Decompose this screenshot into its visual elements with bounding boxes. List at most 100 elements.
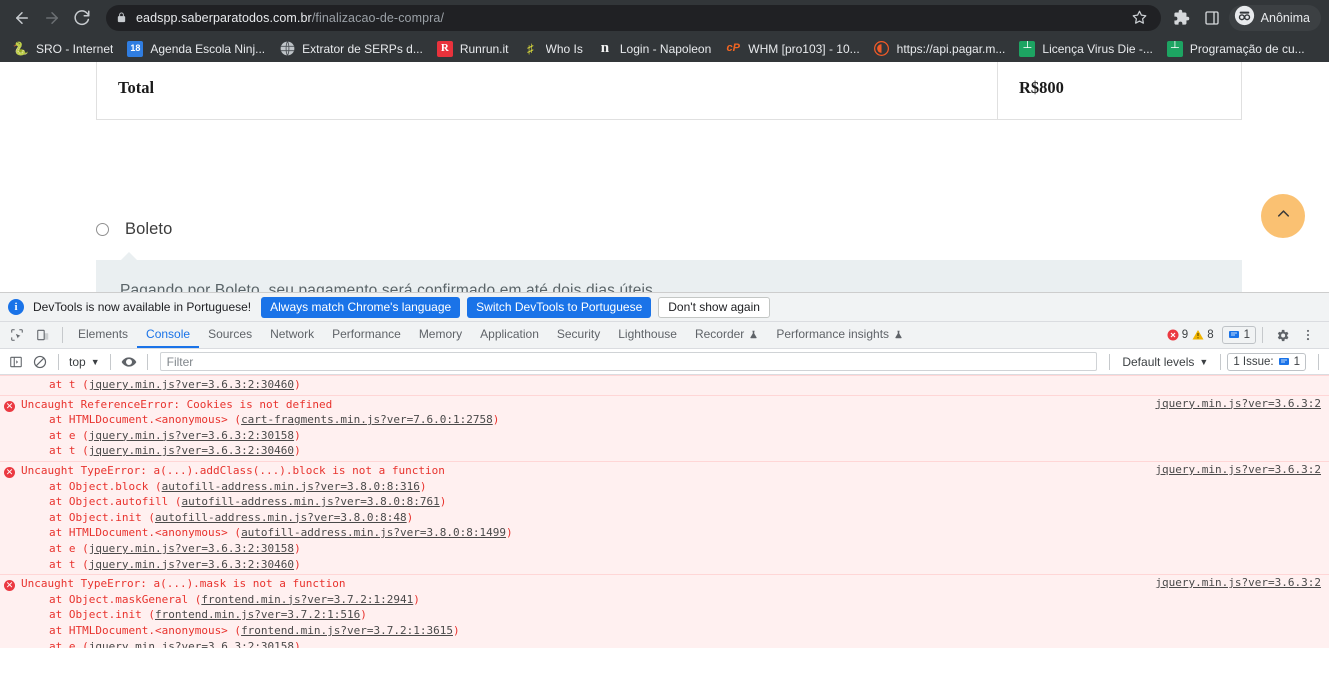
execution-context-select[interactable]: top ▼ bbox=[65, 355, 104, 369]
divider bbox=[1262, 327, 1263, 343]
console-stack-line: at e (jquery.min.js?ver=3.6.3:2:30158) bbox=[0, 639, 1329, 649]
bookmark-item[interactable]: 18 Agenda Escola Ninj... bbox=[120, 38, 272, 60]
issue-counters[interactable]: 9 8 bbox=[1167, 329, 1214, 341]
tab-performance-insights[interactable]: Performance insights bbox=[767, 322, 912, 348]
tab-label: Recorder bbox=[694, 327, 745, 341]
forward-button[interactable] bbox=[38, 4, 66, 32]
tab-network[interactable]: Network bbox=[261, 322, 323, 348]
chevron-up-icon bbox=[1274, 204, 1293, 228]
source-link[interactable]: jquery.min.js?ver=3.6.3:2:30158 bbox=[89, 541, 294, 557]
warning-icon bbox=[1192, 330, 1204, 340]
incognito-label: Anônima bbox=[1260, 10, 1310, 25]
napoleon-logo-icon: n bbox=[600, 40, 610, 56]
dont-show-again-button[interactable]: Don't show again bbox=[658, 296, 770, 318]
puzzle-piece-icon[interactable] bbox=[1167, 3, 1197, 33]
warning-counter[interactable]: 8 bbox=[1192, 329, 1214, 341]
more-vertical-icon[interactable] bbox=[1295, 323, 1321, 347]
tab-label: Lighthouse bbox=[618, 327, 677, 341]
show-console-sidebar-icon[interactable] bbox=[4, 351, 28, 373]
divider bbox=[146, 353, 148, 370]
divider bbox=[1220, 353, 1222, 370]
live-expression-eye-icon[interactable] bbox=[117, 351, 141, 373]
source-link[interactable]: jquery.min.js?ver=3.6.3:2:30460 bbox=[89, 377, 294, 393]
error-counter[interactable]: 9 bbox=[1167, 329, 1188, 341]
error-text: Uncaught ReferenceError: Cookies is not … bbox=[21, 397, 333, 411]
console-message-list[interactable]: at t (jquery.min.js?ver=3.6.3:2:30460) j… bbox=[0, 375, 1329, 648]
source-link[interactable]: autofill-address.min.js?ver=3.8.0:8:316 bbox=[162, 479, 420, 495]
tab-memory[interactable]: Memory bbox=[410, 322, 471, 348]
tab-security[interactable]: Security bbox=[548, 322, 609, 348]
tab-recorder[interactable]: Recorder bbox=[686, 322, 767, 348]
chevron-down-icon: ▼ bbox=[90, 356, 100, 367]
devtools-tabbar-actions: 9 8 1 bbox=[1167, 323, 1325, 347]
bookmark-item[interactable]: Extrator de SERPs d... bbox=[272, 38, 430, 60]
bookmark-label: Extrator de SERPs d... bbox=[302, 41, 423, 56]
tab-console[interactable]: Console bbox=[137, 322, 200, 348]
stack-tail: ) bbox=[294, 639, 301, 649]
devtools-language-infobar: i DevTools is now available in Portugues… bbox=[0, 293, 1329, 322]
inspect-element-icon[interactable] bbox=[4, 323, 30, 347]
bookmark-item[interactable]: ┴ Programação de cu... bbox=[1160, 38, 1312, 60]
bookmark-label: Login - Napoleon bbox=[619, 41, 712, 56]
source-link[interactable]: frontend.min.js?ver=3.7.2:1:2941 bbox=[201, 592, 413, 608]
bookmark-item[interactable]: R Runrun.it bbox=[430, 38, 516, 60]
bookmark-item[interactable]: https://api.pagar.m... bbox=[867, 38, 1013, 60]
tab-elements[interactable]: Elements bbox=[69, 322, 137, 348]
table-row: Total R$800 bbox=[96, 62, 1242, 120]
total-amount-cell: R$800 bbox=[997, 62, 1242, 120]
device-toolbar-icon[interactable] bbox=[30, 323, 56, 347]
bookmark-label: https://api.pagar.m... bbox=[896, 41, 1006, 56]
tab-sources[interactable]: Sources bbox=[199, 322, 261, 348]
source-link[interactable]: jquery.min.js?ver=3.6.3:2:30158 bbox=[89, 639, 294, 649]
address-bar[interactable]: eadspp.saberparatodos.com.br/finalizacao… bbox=[106, 4, 1161, 31]
source-link[interactable]: jquery.min.js?ver=3.6.3:2:30158 bbox=[89, 428, 294, 444]
reload-button[interactable] bbox=[68, 4, 96, 32]
source-link[interactable]: jquery.min.js?ver=3.6.3:2:30460 bbox=[89, 557, 294, 573]
incognito-profile-button[interactable]: Anônima bbox=[1228, 4, 1321, 31]
bookmark-item[interactable]: ┴ Licença Virus Die -... bbox=[1012, 38, 1160, 60]
tab-performance[interactable]: Performance bbox=[323, 322, 410, 348]
always-match-language-button[interactable]: Always match Chrome's language bbox=[261, 296, 461, 318]
source-link[interactable]: autofill-address.min.js?ver=3.8.0:8:761 bbox=[181, 494, 439, 510]
bookmark-item[interactable]: cP WHM [pro103] - 10... bbox=[718, 38, 866, 60]
divider bbox=[62, 327, 63, 343]
source-link[interactable]: frontend.min.js?ver=3.7.2:1:516 bbox=[155, 607, 360, 623]
error-icon: ✕ bbox=[4, 466, 15, 478]
url-text: eadspp.saberparatodos.com.br/finalizacao… bbox=[136, 11, 444, 25]
message-counter[interactable]: 1 bbox=[1221, 326, 1256, 344]
console-filter-input[interactable] bbox=[159, 352, 1098, 371]
bookmark-item[interactable]: ♯ Who Is bbox=[516, 38, 590, 60]
source-link[interactable]: autofill-address.min.js?ver=3.8.0:8:48 bbox=[155, 510, 407, 526]
gear-icon[interactable] bbox=[1269, 323, 1295, 347]
context-label: top bbox=[69, 354, 86, 369]
console-message-group[interactable]: jquery.min.js?ver=3.6.3:2 ✕ Uncaught Typ… bbox=[0, 575, 1329, 648]
stack-tail: ) bbox=[452, 623, 460, 637]
source-link[interactable]: frontend.min.js?ver=3.7.2:1:3615 bbox=[241, 623, 453, 639]
switch-to-portuguese-button[interactable]: Switch DevTools to Portuguese bbox=[467, 296, 652, 318]
side-panel-icon[interactable] bbox=[1197, 3, 1227, 33]
error-text: Uncaught TypeError: a(...).mask is not a… bbox=[21, 577, 346, 591]
tab-lighthouse[interactable]: Lighthouse bbox=[609, 322, 686, 348]
log-levels-select[interactable]: Default levels ▼ bbox=[1116, 355, 1214, 369]
stack-text: at Object.maskGeneral ( bbox=[49, 592, 202, 606]
clear-console-icon[interactable] bbox=[28, 351, 52, 373]
console-message-group[interactable]: jquery.min.js?ver=3.6.3:2 ✕ Uncaught Typ… bbox=[0, 461, 1329, 576]
console-message-group[interactable]: at t (jquery.min.js?ver=3.6.3:2:30460) bbox=[0, 375, 1329, 396]
scroll-to-top-button[interactable] bbox=[1261, 194, 1305, 238]
bookmark-item[interactable]: 🐍 SRO - Internet bbox=[6, 38, 120, 60]
source-link[interactable]: autofill-address.min.js?ver=3.8.0:8:1499 bbox=[241, 525, 506, 541]
tab-application[interactable]: Application bbox=[471, 322, 548, 348]
payment-method-boleto[interactable]: Boleto bbox=[96, 220, 172, 239]
bookmark-star-icon[interactable] bbox=[1129, 7, 1151, 29]
source-link[interactable]: cart-fragments.min.js?ver=7.6.0:1:2758 bbox=[241, 412, 493, 428]
runrunit-logo-icon: R bbox=[436, 40, 453, 57]
source-link[interactable]: jquery.min.js?ver=3.6.3:2:30460 bbox=[89, 443, 294, 459]
back-button[interactable] bbox=[8, 4, 36, 32]
bookmark-item[interactable]: n Login - Napoleon bbox=[590, 38, 718, 60]
stack-tail: ) bbox=[360, 608, 367, 622]
issues-button[interactable]: 1 Issue: 1 bbox=[1227, 352, 1306, 371]
console-error-line: ✕ Uncaught TypeError: a(...).addClass(..… bbox=[0, 463, 1329, 479]
stack-text: at Object.autofill ( bbox=[49, 495, 182, 509]
console-message-group[interactable]: jquery.min.js?ver=3.6.3:2 ✕ Uncaught Ref… bbox=[0, 395, 1329, 462]
boleto-radio-button[interactable] bbox=[96, 223, 109, 236]
